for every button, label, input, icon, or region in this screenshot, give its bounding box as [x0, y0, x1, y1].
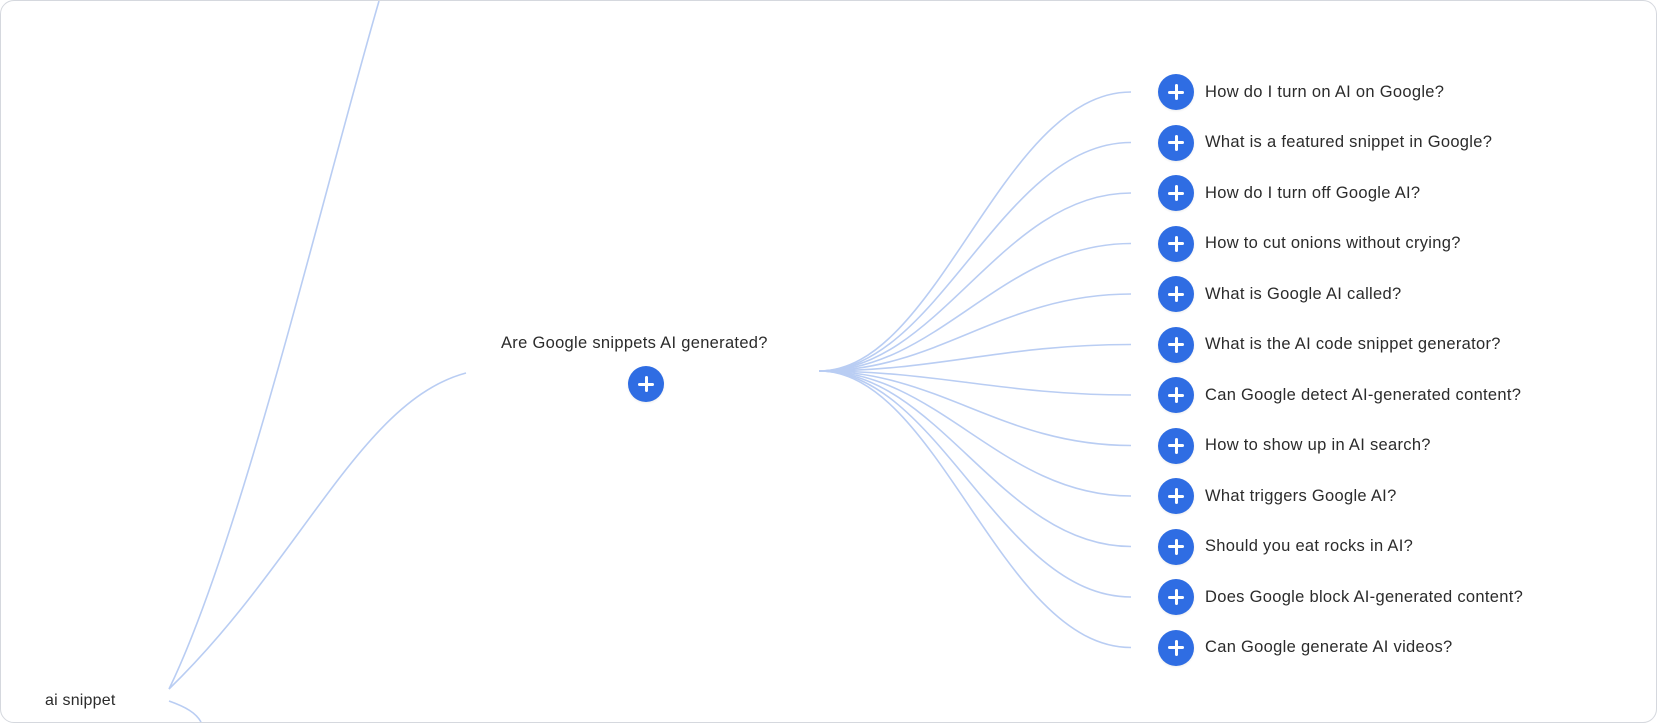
child-node[interactable]: How to cut onions without crying?: [1158, 225, 1461, 262]
child-expand-button[interactable]: [1158, 377, 1194, 413]
connector-line: [818, 242, 1132, 372]
child-node-label[interactable]: How do I turn on AI on Google?: [1205, 83, 1444, 102]
plus-icon: [1158, 630, 1194, 666]
child-node-label[interactable]: Can Google detect AI-generated content?: [1205, 386, 1521, 405]
child-node-label[interactable]: How do I turn off Google AI?: [1205, 184, 1420, 203]
child-node-label[interactable]: What is Google AI called?: [1205, 285, 1401, 304]
plus-icon: [1158, 175, 1194, 211]
plus-icon: [1158, 74, 1194, 110]
child-node[interactable]: What is a featured snippet in Google?: [1158, 124, 1492, 161]
child-expand-button[interactable]: [1158, 74, 1194, 110]
child-expand-button[interactable]: [1158, 579, 1194, 615]
child-node-label[interactable]: What triggers Google AI?: [1205, 487, 1397, 506]
plus-icon: [1158, 226, 1194, 262]
connector-line: [818, 141, 1132, 372]
connector-line: [818, 370, 1132, 598]
branch-node-label[interactable]: Are Google snippets AI generated?: [501, 334, 768, 353]
child-node[interactable]: Can Google generate AI videos?: [1158, 629, 1453, 666]
plus-icon: [1158, 377, 1194, 413]
child-expand-button[interactable]: [1158, 326, 1194, 363]
child-node-label[interactable]: Does Google block AI-generated content?: [1205, 588, 1523, 607]
root-node-label[interactable]: ai snippet: [45, 692, 116, 710]
child-node[interactable]: What is the AI code snippet generator?: [1158, 326, 1501, 363]
connector-line: [818, 192, 1132, 372]
child-node-label[interactable]: Can Google generate AI videos?: [1205, 638, 1453, 657]
plus-icon: [628, 366, 664, 402]
connector-line: [168, 372, 467, 690]
connector-line: [818, 370, 1132, 548]
child-node-label[interactable]: What is the AI code snippet generator?: [1205, 335, 1501, 354]
plus-icon: [1158, 327, 1194, 363]
child-node[interactable]: How do I turn on AI on Google?: [1158, 74, 1444, 110]
connector-line: [818, 370, 1132, 649]
connector-line: [818, 91, 1132, 372]
child-expand-button[interactable]: [1158, 478, 1194, 514]
child-expand-button[interactable]: [1158, 427, 1194, 464]
child-node[interactable]: Does Google block AI-generated content?: [1158, 579, 1523, 615]
child-node-label[interactable]: How to show up in AI search?: [1205, 436, 1431, 455]
connector-line: [168, 1, 380, 690]
child-expand-button[interactable]: [1158, 629, 1194, 666]
child-expand-button[interactable]: [1158, 175, 1194, 211]
child-expand-button[interactable]: [1158, 528, 1194, 565]
child-node[interactable]: How to show up in AI search?: [1158, 427, 1431, 464]
mind-map-canvas[interactable]: ai snippet Are Google snippets AI genera…: [0, 0, 1657, 723]
plus-icon: [1158, 428, 1194, 464]
child-node[interactable]: Can Google detect AI-generated content?: [1158, 377, 1521, 413]
child-node[interactable]: How do I turn off Google AI?: [1158, 175, 1420, 211]
plus-icon: [1158, 579, 1194, 615]
plus-icon: [1158, 276, 1194, 312]
plus-icon: [1158, 478, 1194, 514]
child-node-label[interactable]: What is a featured snippet in Google?: [1205, 133, 1492, 152]
plus-icon: [1158, 125, 1194, 161]
connector-line: [818, 370, 1132, 497]
child-node-label[interactable]: Should you eat rocks in AI?: [1205, 537, 1413, 556]
child-node[interactable]: What is Google AI called?: [1158, 276, 1401, 312]
child-expand-button[interactable]: [1158, 276, 1194, 312]
branch-expand-button[interactable]: [628, 366, 664, 402]
child-node-label[interactable]: How to cut onions without crying?: [1205, 234, 1461, 253]
child-expand-button[interactable]: [1158, 225, 1194, 262]
child-node[interactable]: What triggers Google AI?: [1158, 478, 1397, 514]
connector-line: [168, 700, 202, 722]
plus-icon: [1158, 529, 1194, 565]
child-node[interactable]: Should you eat rocks in AI?: [1158, 528, 1413, 565]
child-expand-button[interactable]: [1158, 124, 1194, 161]
